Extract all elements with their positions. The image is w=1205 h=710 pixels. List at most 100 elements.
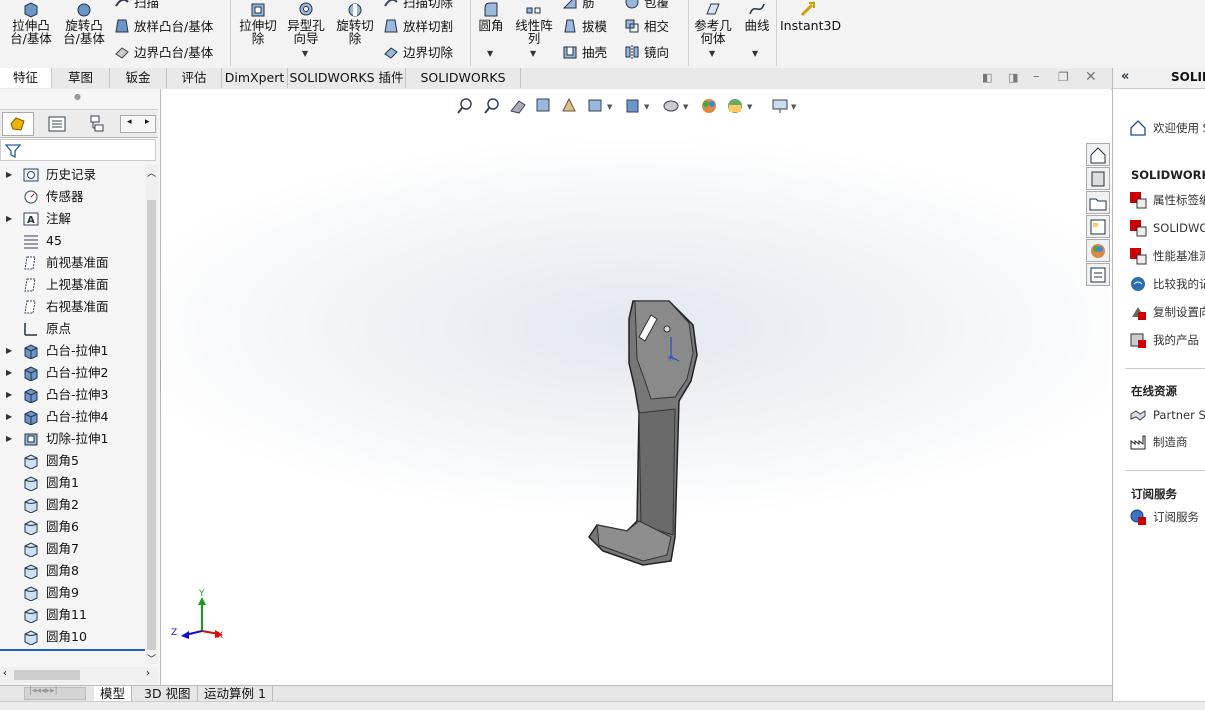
hole-wizard-button[interactable]: 异型孔 向导 — [284, 0, 328, 45]
extrude-cut-button[interactable]: 拉伸切 除 — [236, 0, 280, 45]
expand-arrow-icon[interactable]: ▶ — [6, 406, 12, 428]
revolve-cut-button[interactable]: 旋转切 除 — [333, 0, 377, 45]
tab-3d-views[interactable]: 3D 视图 — [138, 686, 198, 701]
tree-item[interactable]: 圆角9 — [0, 582, 145, 604]
expand-arrow-icon[interactable]: ▶ — [6, 208, 12, 230]
tab-evaluate[interactable]: 评估 — [167, 68, 222, 88]
pattern-dropdown-icon[interactable]: ▼ — [530, 49, 536, 58]
solidworks-rx-link[interactable]: SOLIDWO — [1129, 218, 1205, 238]
tab-navigation-arrows[interactable]: |◂◂◂▸▸| — [24, 686, 86, 700]
tree-item[interactable]: ▶ 凸台-拉伸4 — [0, 406, 145, 428]
arrow-left-icon[interactable]: ◂ — [127, 117, 132, 127]
feature-tree-tab[interactable] — [2, 112, 34, 136]
tree-item[interactable]: 圆角5 — [0, 450, 145, 472]
minimize-icon[interactable]: – — [1033, 69, 1040, 84]
wrap-button[interactable]: 包覆 — [624, 0, 669, 11]
expand-arrow-icon[interactable]: ▶ — [6, 164, 12, 186]
scroll-right-icon[interactable]: › — [146, 668, 150, 679]
sweep-cut-button[interactable]: 扫描切除 — [383, 0, 453, 11]
scroll-up-icon[interactable]: ︿ — [147, 166, 156, 179]
tree-item[interactable]: 原点 — [0, 318, 145, 340]
tab-solidworks-addins[interactable]: SOLIDWORKS 插件 — [288, 68, 406, 88]
configuration-manager-tab[interactable] — [78, 112, 114, 136]
draft-button[interactable]: 拔模 — [562, 16, 607, 35]
welcome-link[interactable]: 欢迎使用 S — [1129, 118, 1205, 138]
revolve-boss-button[interactable]: 旋转凸 台/基体 — [60, 0, 108, 45]
boundary-boss-button[interactable]: 边界凸台/基体 — [114, 42, 213, 61]
tree-item[interactable]: ▶ 历史记录 — [0, 164, 145, 186]
tree-horizontal-scrollbar[interactable]: ‹ › — [0, 667, 158, 683]
extrude-boss-button[interactable]: 拉伸凸 台/基体 — [6, 0, 56, 45]
curves-button[interactable]: 曲线 — [740, 0, 774, 32]
expand-arrow-icon[interactable]: ▶ — [6, 340, 12, 362]
fillet-dropdown-icon[interactable]: ▼ — [487, 49, 493, 58]
reference-geometry-dropdown-icon[interactable]: ▼ — [709, 49, 715, 58]
tree-item[interactable]: 圆角10 — [0, 626, 145, 648]
tab-sketch[interactable]: 草图 — [52, 68, 110, 88]
performance-benchmark-link[interactable]: 性能基准测 — [1129, 246, 1205, 266]
tab-model[interactable]: 模型 — [94, 686, 133, 701]
boundary-cut-button[interactable]: 边界切除 — [383, 42, 453, 61]
restore-left-icon[interactable]: ◧ — [982, 71, 992, 84]
collapse-pane-icon[interactable]: « — [1121, 69, 1129, 84]
rollback-bar[interactable] — [0, 649, 145, 651]
loft-cut-button[interactable]: 放样切割 — [383, 16, 453, 35]
expand-arrow-icon[interactable]: ▶ — [6, 428, 12, 450]
tree-item[interactable]: ▶ 切除-拉伸1 — [0, 428, 145, 450]
task-pane-resources-tab[interactable] — [1086, 167, 1110, 190]
scroll-down-icon[interactable]: ﹀ — [147, 652, 156, 665]
tree-item[interactable]: 圆角8 — [0, 560, 145, 582]
task-pane-custom-properties-tab[interactable] — [1086, 263, 1110, 286]
intersect-button[interactable]: 相交 — [624, 16, 669, 35]
tree-item[interactable]: 圆角11 — [0, 604, 145, 626]
first-tab-icon[interactable]: |◂◂◂▸▸| — [29, 686, 58, 696]
my-products-link[interactable]: 我的产品 — [1129, 330, 1199, 350]
linear-pattern-button[interactable]: 线性阵 列 — [512, 0, 556, 45]
panel-splitter[interactable]: ● — [0, 89, 158, 110]
tree-item[interactable]: ▶ 凸台-拉伸1 — [0, 340, 145, 362]
tree-item[interactable]: 圆角1 — [0, 472, 145, 494]
shell-button[interactable]: 抽壳 — [562, 42, 607, 61]
scrollbar-thumb[interactable] — [147, 200, 156, 650]
copy-settings-wizard-link[interactable]: 复制设置向 — [1129, 302, 1205, 322]
manufacturers-link[interactable]: 制造商 — [1129, 432, 1188, 452]
part-model[interactable]: ✳ — [571, 289, 741, 579]
task-pane-appearances-tab[interactable] — [1086, 239, 1110, 262]
property-tab-builder-link[interactable]: 属性标签编 — [1129, 190, 1205, 210]
sweep-button[interactable]: 扫描 — [114, 0, 159, 11]
mirror-button[interactable]: 镜向 — [624, 42, 669, 61]
tab-motion-study-1[interactable]: 运动算例 1 — [198, 686, 273, 701]
tree-vertical-scrollbar[interactable]: ︿ ﹀ — [145, 164, 158, 665]
filter-bar[interactable] — [0, 139, 156, 161]
tree-item[interactable]: 45 — [0, 230, 145, 252]
task-pane-file-explorer-tab[interactable] — [1086, 191, 1110, 214]
hscroll-thumb[interactable] — [14, 670, 80, 680]
loft-boss-button[interactable]: 放样凸台/基体 — [114, 16, 213, 35]
tree-item[interactable]: 右视基准面 — [0, 296, 145, 318]
rib-button[interactable]: 筋 — [562, 0, 595, 11]
tree-item[interactable]: 圆角7 — [0, 538, 145, 560]
tab-solidworks-mbd[interactable]: SOLIDWORKS MBD — [406, 68, 521, 105]
arrow-right-icon[interactable]: ▸ — [145, 117, 150, 127]
tab-sheet-metal[interactable]: 钣金 — [110, 68, 167, 88]
tree-item[interactable]: ▶ A 注解 — [0, 208, 145, 230]
close-icon[interactable]: ✕ — [1085, 69, 1097, 85]
tree-item[interactable]: ▶ 凸台-拉伸2 — [0, 362, 145, 384]
scroll-left-icon[interactable]: ‹ — [3, 668, 7, 679]
fillet-button[interactable]: 圆角 — [474, 0, 508, 32]
subscription-services-link[interactable]: 订阅服务 — [1129, 507, 1199, 527]
hole-wizard-dropdown-icon[interactable]: ▼ — [302, 49, 308, 58]
expand-arrow-icon[interactable]: ▶ — [6, 384, 12, 406]
partner-solutions-link[interactable]: Partner So — [1129, 405, 1205, 425]
maximize-icon[interactable]: ❐ — [1058, 70, 1069, 84]
expand-arrow-icon[interactable]: ▶ — [6, 362, 12, 384]
tree-item[interactable]: 圆角6 — [0, 516, 145, 538]
property-manager-tab[interactable] — [38, 112, 74, 136]
tree-item[interactable]: 上视基准面 — [0, 274, 145, 296]
instant3d-button[interactable]: Instant3D — [780, 0, 841, 32]
tree-item[interactable]: 传感器 — [0, 186, 145, 208]
tree-item[interactable]: ▶ 凸台-拉伸3 — [0, 384, 145, 406]
restore-right-icon[interactable]: ◨ — [1008, 71, 1018, 84]
tree-item[interactable]: 前视基准面 — [0, 252, 145, 274]
tree-item[interactable]: 圆角2 — [0, 494, 145, 516]
